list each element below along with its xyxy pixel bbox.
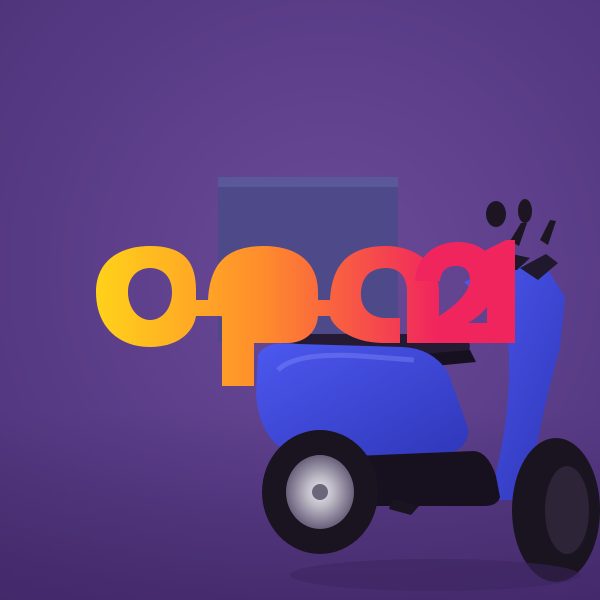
mirror-stem-right [540, 220, 556, 245]
floor-reflection [290, 559, 580, 591]
mirror-right [518, 199, 532, 223]
scooter-illustration [96, 177, 600, 591]
front-rim [545, 466, 589, 554]
hero-image [0, 0, 600, 600]
delivery-box-top [218, 177, 398, 187]
rear-hub [312, 484, 328, 500]
mirror-left [486, 201, 506, 227]
